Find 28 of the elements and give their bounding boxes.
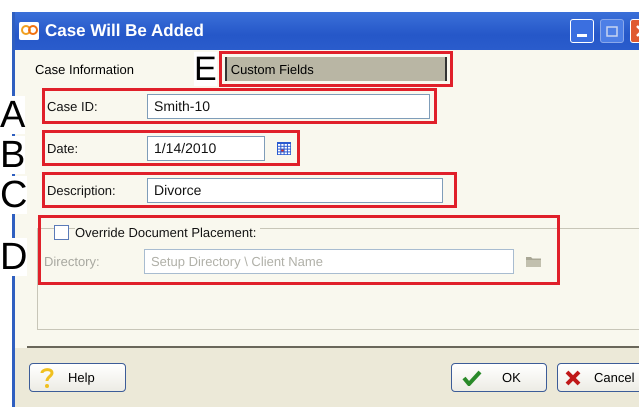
callout-letter: D bbox=[0, 238, 28, 276]
callout-letter: B bbox=[0, 136, 26, 174]
checkbox-label: Override Document Placement: bbox=[75, 224, 260, 240]
folder-icon[interactable] bbox=[526, 255, 541, 267]
callout-letter: E bbox=[194, 52, 217, 86]
help-button[interactable]: Help bbox=[29, 363, 126, 392]
field-label: Date: bbox=[47, 140, 80, 156]
text-field[interactable]: Smith-10 bbox=[147, 94, 430, 118]
ok-button[interactable]: OK bbox=[451, 363, 547, 392]
maximize-icon bbox=[606, 26, 618, 36]
question-mark-icon bbox=[40, 366, 54, 388]
checkmark-icon bbox=[462, 370, 482, 386]
cancel-button[interactable]: Cancel bbox=[557, 363, 639, 392]
field-label: Case ID: bbox=[47, 98, 99, 114]
date-field[interactable]: 1/14/2010 bbox=[147, 136, 265, 160]
callout-letter: A bbox=[0, 96, 26, 134]
field-label: Description: bbox=[47, 182, 117, 198]
calendar-icon[interactable] bbox=[277, 142, 291, 154]
maximize-button[interactable] bbox=[600, 19, 624, 43]
callout-letter: C bbox=[0, 176, 28, 214]
field-label: Directory: bbox=[44, 254, 101, 268]
checkbox[interactable] bbox=[54, 224, 69, 240]
window-title: Case Will Be Added bbox=[45, 21, 204, 41]
app-icon bbox=[19, 22, 39, 40]
text-field[interactable]: Divorce bbox=[147, 178, 443, 202]
minimize-button[interactable] bbox=[570, 19, 594, 43]
x-icon bbox=[564, 370, 582, 386]
minimize-icon bbox=[577, 34, 587, 38]
